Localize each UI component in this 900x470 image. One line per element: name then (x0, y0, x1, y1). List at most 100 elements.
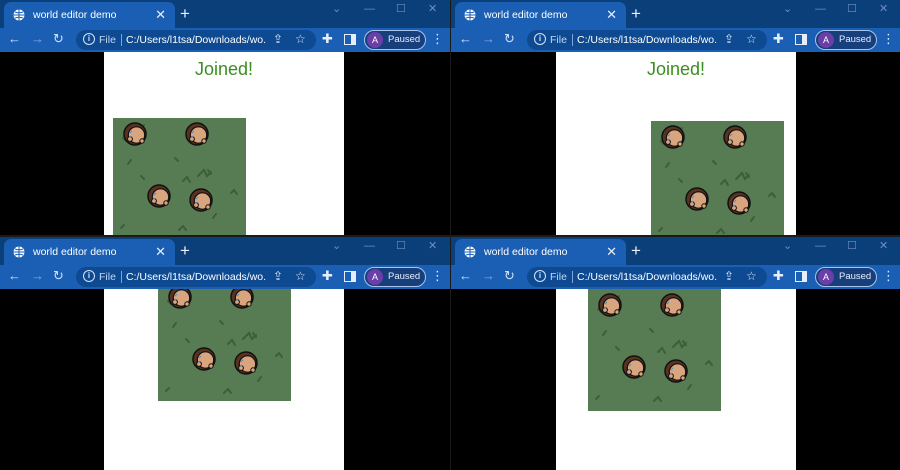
new-tab-button[interactable]: + (180, 4, 190, 24)
puzzle-icon[interactable]: ✚ (773, 268, 784, 284)
star-icon[interactable]: ☆ (746, 269, 757, 283)
close-tab-icon[interactable]: ✕ (606, 245, 617, 258)
minimize-button[interactable]: — (364, 239, 375, 253)
close-tab-icon[interactable]: ✕ (155, 8, 166, 21)
puzzle-icon[interactable]: ✚ (322, 268, 333, 284)
side-panel-icon[interactable] (795, 271, 807, 282)
browser-window-bottom-right: world editor demo ✕ + ⌄ — ☐ ✕ ← → ↻ i Fi… (451, 237, 900, 470)
tab-strip: world editor demo ✕ + ⌄ — ☐ ✕ (451, 0, 900, 28)
world-map[interactable] (588, 289, 721, 411)
profile-status-label: Paused (388, 271, 421, 282)
info-icon[interactable]: i (83, 270, 95, 282)
forward-button[interactable]: → (482, 268, 495, 284)
page-canvas (556, 289, 796, 470)
world-map[interactable] (113, 118, 246, 235)
close-window-button[interactable]: ✕ (428, 2, 437, 16)
chevron-down-icon[interactable]: ⌄ (332, 239, 341, 253)
tab-active[interactable]: world editor demo ✕ (4, 239, 175, 265)
player-character (191, 346, 217, 372)
close-window-button[interactable]: ✕ (428, 239, 437, 253)
url-scheme-label: File (99, 34, 116, 46)
back-button[interactable]: ← (8, 31, 21, 47)
address-divider (121, 34, 122, 46)
share-icon[interactable]: ⇪ (273, 32, 283, 46)
star-icon[interactable]: ☆ (746, 32, 757, 46)
minimize-button[interactable]: — (815, 239, 826, 253)
tab-active[interactable]: world editor demo ✕ (455, 2, 626, 28)
new-tab-button[interactable]: + (631, 241, 641, 261)
tab-strip: world editor demo ✕ + ⌄ — ☐ ✕ (0, 237, 450, 265)
close-window-button[interactable]: ✕ (879, 239, 888, 253)
reload-button[interactable]: ↻ (53, 31, 64, 47)
chevron-down-icon[interactable]: ⌄ (783, 2, 792, 16)
address-bar[interactable]: i File C:/Users/l1tsa/Downloads/wo... ⇪ … (527, 30, 767, 50)
url-text[interactable]: C:/Users/l1tsa/Downloads/wo... (577, 270, 717, 284)
close-window-button[interactable]: ✕ (879, 2, 888, 16)
maximize-button[interactable]: ☐ (847, 239, 857, 253)
info-icon[interactable]: i (534, 270, 546, 282)
profile-button[interactable]: A Paused (364, 267, 426, 287)
info-icon[interactable]: i (534, 33, 546, 45)
kebab-menu-icon[interactable]: ⋮ (431, 268, 444, 284)
share-icon[interactable]: ⇪ (724, 269, 734, 283)
chevron-down-icon[interactable]: ⌄ (783, 239, 792, 253)
close-tab-icon[interactable]: ✕ (155, 245, 166, 258)
world-map[interactable] (158, 289, 291, 401)
puzzle-icon[interactable]: ✚ (773, 31, 784, 47)
url-scheme-label: File (550, 34, 567, 46)
kebab-menu-icon[interactable]: ⋮ (882, 31, 895, 47)
star-icon[interactable]: ☆ (295, 32, 306, 46)
reload-button[interactable]: ↻ (504, 268, 515, 284)
globe-icon (13, 9, 25, 21)
kebab-menu-icon[interactable]: ⋮ (882, 268, 895, 284)
address-bar[interactable]: i File C:/Users/l1tsa/Downloads/wo... ⇪ … (76, 267, 316, 287)
page-canvas: Joined! (556, 52, 796, 235)
share-icon[interactable]: ⇪ (724, 32, 734, 46)
maximize-button[interactable]: ☐ (847, 2, 857, 16)
browser-toolbar: ← → ↻ i File C:/Users/l1tsa/Downloads/wo… (451, 28, 900, 52)
puzzle-icon[interactable]: ✚ (322, 31, 333, 47)
close-tab-icon[interactable]: ✕ (606, 8, 617, 21)
maximize-button[interactable]: ☐ (396, 239, 406, 253)
url-scheme-label: File (99, 271, 116, 283)
forward-button[interactable]: → (31, 268, 44, 284)
player-character (663, 358, 689, 384)
address-bar[interactable]: i File C:/Users/l1tsa/Downloads/wo... ⇪ … (527, 267, 767, 287)
kebab-menu-icon[interactable]: ⋮ (431, 31, 444, 47)
browser-toolbar: ← → ↻ i File C:/Users/l1tsa/Downloads/wo… (451, 265, 900, 289)
back-button[interactable]: ← (459, 31, 472, 47)
new-tab-button[interactable]: + (180, 241, 190, 261)
profile-button[interactable]: A Paused (815, 30, 877, 50)
profile-status-label: Paused (388, 34, 421, 45)
reload-button[interactable]: ↻ (53, 268, 64, 284)
side-panel-icon[interactable] (344, 34, 356, 45)
back-button[interactable]: ← (8, 268, 21, 284)
side-panel-icon[interactable] (795, 34, 807, 45)
minimize-button[interactable]: — (364, 2, 375, 16)
tab-active[interactable]: world editor demo ✕ (455, 239, 626, 265)
forward-button[interactable]: → (31, 31, 44, 47)
tab-title: world editor demo (484, 9, 568, 21)
player-character (597, 292, 623, 318)
side-panel-icon[interactable] (344, 271, 356, 282)
globe-icon (464, 9, 476, 21)
profile-button[interactable]: A Paused (815, 267, 877, 287)
minimize-button[interactable]: — (815, 2, 826, 16)
forward-button[interactable]: → (482, 31, 495, 47)
maximize-button[interactable]: ☐ (396, 2, 406, 16)
info-icon[interactable]: i (83, 33, 95, 45)
share-icon[interactable]: ⇪ (273, 269, 283, 283)
chevron-down-icon[interactable]: ⌄ (332, 2, 341, 16)
player-character (146, 183, 172, 209)
address-bar[interactable]: i File C:/Users/l1tsa/Downloads/wo... ⇪ … (76, 30, 316, 50)
profile-button[interactable]: A Paused (364, 30, 426, 50)
url-text[interactable]: C:/Users/l1tsa/Downloads/wo... (577, 33, 717, 47)
url-text[interactable]: C:/Users/l1tsa/Downloads/wo... (126, 33, 266, 47)
reload-button[interactable]: ↻ (504, 31, 515, 47)
world-map[interactable] (651, 121, 784, 235)
new-tab-button[interactable]: + (631, 4, 641, 24)
star-icon[interactable]: ☆ (295, 269, 306, 283)
back-button[interactable]: ← (459, 268, 472, 284)
url-text[interactable]: C:/Users/l1tsa/Downloads/wo... (126, 270, 266, 284)
tab-active[interactable]: world editor demo ✕ (4, 2, 175, 28)
